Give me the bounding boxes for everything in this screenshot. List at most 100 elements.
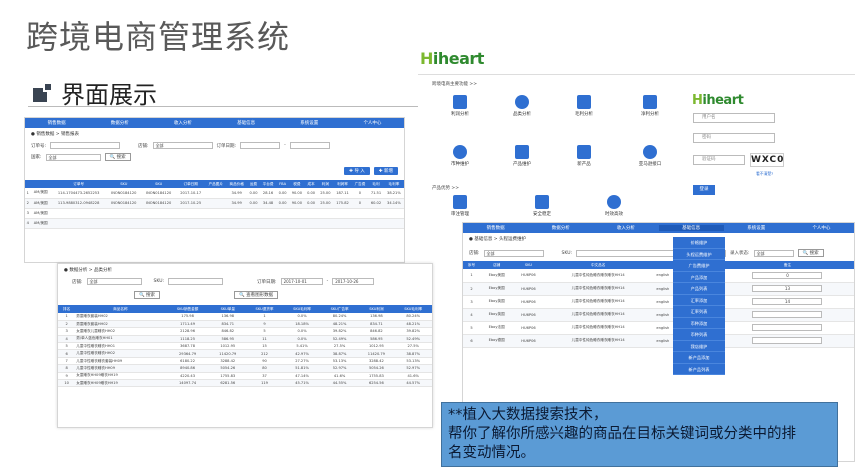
table-row[interactable]: 5Eboy法国HU6P06儿童中性纯色睡衣睡衣睡衣HH14english0.0: [463, 321, 854, 335]
nav-item[interactable]: 系统设置: [278, 120, 341, 126]
date-to-input[interactable]: 2017-10-26: [332, 278, 375, 285]
login-button[interactable]: 登录: [693, 185, 715, 195]
table-row[interactable]: 9 女童睡衣HH09睡衣HH19 4220.43 1755.83 37 47.14% 41.…: [58, 372, 432, 381]
table-row[interactable]: 2Eboy美国HU6P06儿童中性纯色睡衣睡衣睡衣HH14english0.01…: [463, 282, 854, 296]
username-field[interactable]: 用户名: [693, 113, 775, 123]
table-cell: 175.82: [333, 198, 352, 209]
captcha-field[interactable]: 验证码: [693, 155, 745, 165]
table-row[interactable]: 7 儿童中性睡衣睡衣套装HH09 6180.22 3288.42 90 27.27% 53.…: [58, 357, 432, 366]
table-cell: 1755.83: [209, 372, 246, 381]
dropdown-item[interactable]: 产品添加: [673, 272, 725, 283]
table-row[interactable]: 4 AM/美国: [25, 218, 404, 229]
remark-input[interactable]: 14: [752, 298, 823, 305]
dropdown-item[interactable]: 新产品列表: [673, 364, 725, 375]
nav-item[interactable]: 基础信息: [215, 120, 278, 126]
dropdown-item[interactable]: 产品列表: [673, 283, 725, 295]
table-row[interactable]: 10 女童睡衣HH09睡衣HH19 14097.74 6281.56 119 45.71%…: [58, 379, 432, 388]
table-row[interactable]: 3 女童睡衣儿童睡衣HH02 2128.96 846.82 5 0.0% 39.82% 846…: [58, 327, 432, 336]
table-row[interactable]: 4 男/单人蓝色睡衣HH01 1118.25 586.95 11 0.0% 52.49% 58…: [58, 335, 432, 344]
table-row[interactable]: 6 儿童中性睡衣睡衣HH02 29364.79 11420.79 212 42.97% 38…: [58, 349, 432, 358]
channel-label: 店铺:: [138, 143, 149, 149]
nav-item[interactable]: 收入分析: [593, 225, 658, 231]
table-cell: 25.00: [317, 188, 334, 199]
function-icon-item[interactable]: 市种维护: [440, 145, 480, 167]
remark-input[interactable]: 13: [752, 285, 823, 292]
table-row[interactable]: 8 儿童中性睡衣睡衣HH09 8940.86 5054.26 80 51.81% 52.97…: [58, 364, 432, 373]
nav-item[interactable]: 系统设置: [724, 225, 789, 231]
date-from-input[interactable]: 2017-10-01: [280, 278, 323, 285]
channel-select[interactable]: 全部: [152, 142, 213, 149]
date-to-input[interactable]: [289, 142, 330, 149]
table-row[interactable]: 5 儿童中性睡衣睡衣HH01 3687.78 1012.95 15 5.41% 27.5% 1…: [58, 342, 432, 351]
table-row[interactable]: 6 Eboy德国 HU6P06 儿童中性纯色睡衣睡衣睡衣HH14 english: [463, 334, 854, 348]
nav-item[interactable]: 基础信息: [658, 225, 724, 231]
note-line-3: 名变动情况。: [448, 445, 535, 461]
table-row[interactable]: 1 男童睡衣套装HH02 175.98 136.98 1 0.0% 80.24% 136.98…: [58, 313, 432, 321]
breadcrumb-text: 基础信息 > 头程运费维护: [474, 237, 526, 242]
table-row[interactable]: 1Eboy美国HU6P06儿童中性纯色睡衣睡衣睡衣HH14english29.0…: [463, 269, 854, 283]
function-icon-item[interactable]: 品类分析: [502, 95, 542, 117]
channel-select[interactable]: 全部: [86, 278, 142, 285]
table-cell: 80.24%: [394, 313, 432, 321]
dropdown-item[interactable]: 价格维护: [673, 237, 725, 249]
function-icon-item[interactable]: 净利分析: [630, 95, 670, 117]
table-row[interactable]: 1 AM/美国 114-1704473-2652253 INON0184120 INON…: [25, 188, 404, 199]
channel-select[interactable]: 全部: [483, 249, 544, 257]
dropdown-item[interactable]: 币种列表: [673, 329, 725, 341]
table-cell: 47.14%: [283, 372, 321, 381]
nav-item[interactable]: 个人中心: [789, 225, 854, 231]
view-chart-button[interactable]: 🔍 查看图形数据: [234, 291, 279, 299]
country-select[interactable]: 全部: [45, 153, 101, 161]
function-icon-item[interactable]: 时效高效: [594, 195, 634, 217]
status-select[interactable]: 全部: [753, 249, 794, 257]
date-from-input[interactable]: [240, 142, 281, 149]
table-row[interactable]: 2 AM/美国 113-9880312-0948228 INON0184120 INON…: [25, 198, 404, 209]
table-cell: [304, 208, 318, 219]
function-icon-item[interactable]: 新产品: [564, 145, 604, 167]
nav-item[interactable]: 收入分析: [151, 120, 214, 126]
table-cell: 儿童中性睡衣睡衣套装HH09: [75, 357, 166, 366]
table-cell: 136.98: [358, 313, 395, 321]
function-icon-item[interactable]: 安全稳定: [522, 195, 562, 217]
function-icon-item[interactable]: 审注管理: [440, 195, 480, 217]
table-cell: [141, 208, 177, 219]
table-row[interactable]: 2 男童睡衣套装HH02 1711.49 834.71 9 18.18% 48.21% 834…: [58, 320, 432, 329]
search-button[interactable]: 🔍 搜索: [134, 291, 161, 299]
column-header: 排名: [58, 305, 76, 313]
dropdown-item[interactable]: 新产品添加: [673, 352, 725, 364]
table-cell: 儿童中性纯色睡衣睡衣睡衣HH14: [547, 282, 650, 296]
function-icon-item[interactable]: 亚马逊接口: [630, 145, 670, 167]
table-cell: 52.97%: [394, 364, 432, 373]
dropdown-item[interactable]: 币种添加: [673, 318, 725, 329]
dropdown-item[interactable]: 我店维护: [673, 341, 725, 352]
dropdown-item[interactable]: 汇率添加: [673, 295, 725, 306]
dropdown-item[interactable]: 头程运费维护: [673, 249, 725, 260]
nav-item[interactable]: 数据分析: [88, 120, 151, 126]
search-button[interactable]: 🔍 搜索: [797, 249, 824, 257]
nav-item[interactable]: 销售数据: [25, 120, 88, 126]
captcha-image[interactable]: WXC0: [750, 153, 784, 167]
password-field[interactable]: 密码: [693, 133, 775, 143]
order-no-input[interactable]: [50, 142, 121, 149]
nav-item[interactable]: 个人中心: [341, 120, 404, 126]
function-icon-item[interactable]: 利润分析: [440, 95, 480, 117]
table-row[interactable]: 4Eboy英国HU6P06儿童中性纯色睡衣睡衣睡衣HH14english0.0: [463, 308, 854, 322]
table-cell: 6254.56: [358, 379, 395, 388]
table-row[interactable]: 3Eboy英国HU6P06儿童中性纯色睡衣睡衣睡衣HH14english0.01…: [463, 295, 854, 309]
function-icon-item[interactable]: 产品维护: [502, 145, 542, 167]
nav-item[interactable]: 数据分析: [528, 225, 593, 231]
remark-input[interactable]: [752, 311, 823, 318]
sku-input[interactable]: [168, 278, 224, 285]
remark-input[interactable]: [752, 337, 823, 344]
remark-input[interactable]: [752, 324, 823, 331]
dropdown-item[interactable]: 汇率列表: [673, 306, 725, 318]
function-icon-item[interactable]: 毛利分析: [564, 95, 604, 117]
add-button[interactable]: ✚ 新增: [373, 167, 398, 175]
table-row[interactable]: 3 AM/美国: [25, 208, 404, 219]
dropdown-item[interactable]: 广告费维护: [673, 260, 725, 272]
nav-item[interactable]: 销售数据: [463, 225, 528, 231]
refresh-captcha-link[interactable]: 看不清楚?: [756, 171, 773, 177]
search-button[interactable]: 🔍 搜索: [104, 153, 131, 161]
import-button[interactable]: ✚ 导 入: [344, 167, 370, 175]
remark-input[interactable]: 0: [752, 271, 823, 279]
